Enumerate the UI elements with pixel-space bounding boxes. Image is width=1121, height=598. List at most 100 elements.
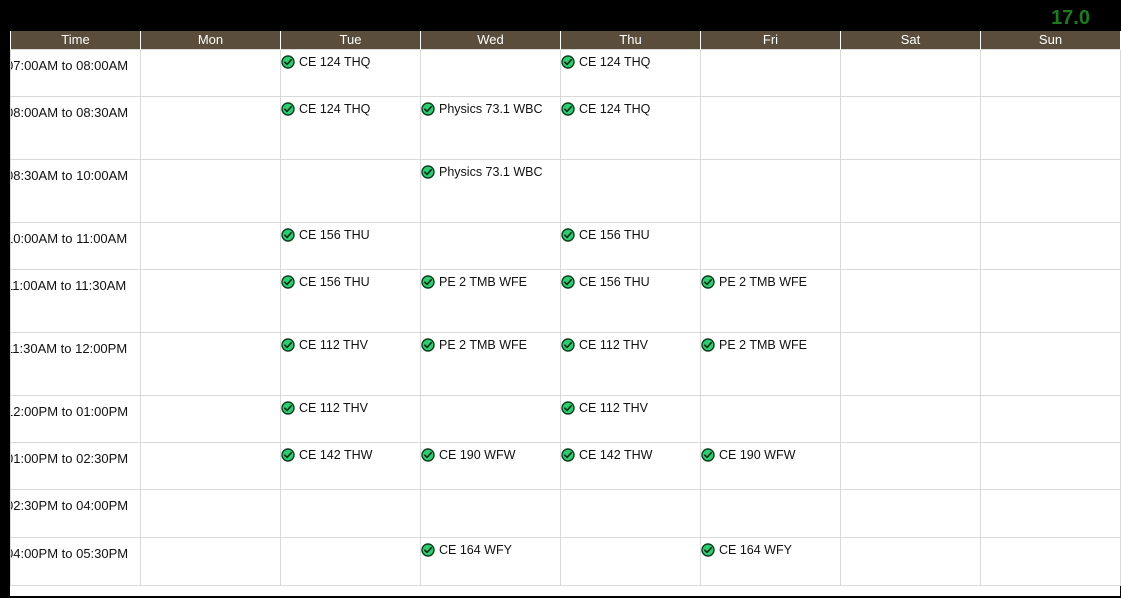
class-entry[interactable]: CE 156 THU [561, 224, 700, 244]
class-label: CE 164 WFY [439, 543, 512, 557]
schedule-cell-tue[interactable]: CE 124 THQ [280, 96, 421, 160]
class-entry[interactable]: PE 2 TMB WFE [701, 334, 840, 354]
time-slot-cell: 04:00PM to 05:30PM [10, 537, 141, 586]
class-entry[interactable]: CE 112 THV [561, 334, 700, 354]
schedule-cell-fri[interactable] [700, 222, 841, 270]
schedule-cell-wed[interactable] [420, 222, 561, 270]
schedule-cell-tue[interactable]: CE 112 THV [280, 395, 421, 443]
schedule-cell-thu[interactable] [560, 537, 701, 586]
schedule-cell-mon[interactable] [140, 269, 281, 333]
schedule-cell-fri[interactable] [700, 489, 841, 538]
schedule-cell-thu[interactable]: CE 156 THU [560, 222, 701, 270]
class-entry[interactable]: CE 156 THU [281, 271, 420, 291]
schedule-cell-wed[interactable] [420, 49, 561, 97]
schedule-cell-mon[interactable] [140, 332, 281, 396]
schedule-cell-tue[interactable] [280, 537, 421, 586]
schedule-cell-wed[interactable]: PE 2 TMB WFE [420, 269, 561, 333]
schedule-cell-mon[interactable] [140, 159, 281, 223]
schedule-cell-wed[interactable] [420, 489, 561, 538]
schedule-cell-sat[interactable] [840, 489, 981, 538]
schedule-cell-sun[interactable] [980, 442, 1121, 490]
class-entry[interactable]: CE 124 THQ [281, 51, 420, 71]
schedule-cell-thu[interactable]: CE 112 THV [560, 395, 701, 443]
schedule-cell-mon[interactable] [140, 442, 281, 490]
schedule-cell-sun[interactable] [980, 489, 1121, 538]
class-entry[interactable]: CE 164 WFY [421, 539, 560, 559]
table-row: 08:30AM to 10:00AM Physics 73.1 WBC [10, 159, 1121, 223]
schedule-cell-sat[interactable] [840, 222, 981, 270]
schedule-cell-sun[interactable] [980, 395, 1121, 443]
schedule-cell-thu[interactable]: CE 124 THQ [560, 96, 701, 160]
time-slot-label: 11:00AM to 11:30AM [10, 278, 127, 293]
schedule-cell-tue[interactable]: CE 124 THQ [280, 49, 421, 97]
class-entry[interactable]: CE 156 THU [281, 224, 420, 244]
schedule-cell-sat[interactable] [840, 332, 981, 396]
schedule-cell-thu[interactable]: CE 112 THV [560, 332, 701, 396]
schedule-cell-tue[interactable]: CE 112 THV [280, 332, 421, 396]
schedule-cell-mon[interactable] [140, 489, 281, 538]
schedule-cell-sun[interactable] [980, 269, 1121, 333]
schedule-cell-sun[interactable] [980, 49, 1121, 97]
schedule-cell-mon[interactable] [140, 96, 281, 160]
schedule-cell-tue[interactable] [280, 489, 421, 538]
class-entry[interactable]: CE 164 WFY [701, 539, 840, 559]
schedule-cell-sat[interactable] [840, 537, 981, 586]
schedule-cell-thu[interactable]: CE 124 THQ [560, 49, 701, 97]
schedule-cell-sun[interactable] [980, 537, 1121, 586]
schedule-cell-sat[interactable] [840, 395, 981, 443]
schedule-cell-thu[interactable] [560, 159, 701, 223]
schedule-cell-sat[interactable] [840, 442, 981, 490]
schedule-cell-mon[interactable] [140, 222, 281, 270]
schedule-cell-wed[interactable]: CE 164 WFY [420, 537, 561, 586]
class-entry[interactable]: CE 124 THQ [561, 51, 700, 71]
schedule-cell-fri[interactable]: PE 2 TMB WFE [700, 269, 841, 333]
schedule-cell-fri[interactable]: CE 164 WFY [700, 537, 841, 586]
schedule-cell-sun[interactable] [980, 159, 1121, 223]
class-entry[interactable]: PE 2 TMB WFE [421, 334, 560, 354]
class-entry[interactable]: CE 124 THQ [561, 98, 700, 118]
class-entry[interactable]: CE 142 THW [281, 444, 420, 464]
schedule-cell-tue[interactable]: CE 156 THU [280, 222, 421, 270]
class-entry[interactable]: CE 112 THV [281, 397, 420, 417]
schedule-cell-wed[interactable]: Physics 73.1 WBC [420, 96, 561, 160]
class-entry[interactable]: CE 156 THU [561, 271, 700, 291]
class-entry[interactable]: CE 112 THV [281, 334, 420, 354]
schedule-cell-tue[interactable]: CE 156 THU [280, 269, 421, 333]
schedule-cell-tue[interactable]: CE 142 THW [280, 442, 421, 490]
schedule-cell-fri[interactable]: CE 190 WFW [700, 442, 841, 490]
class-entry[interactable]: CE 112 THV [561, 397, 700, 417]
schedule-cell-fri[interactable] [700, 49, 841, 97]
schedule-cell-mon[interactable] [140, 537, 281, 586]
class-entry[interactable]: PE 2 TMB WFE [421, 271, 560, 291]
schedule-cell-sun[interactable] [980, 96, 1121, 160]
schedule-cell-fri[interactable] [700, 96, 841, 160]
class-entry[interactable]: Physics 73.1 WBC [421, 98, 560, 118]
schedule-cell-sat[interactable] [840, 96, 981, 160]
class-entry[interactable]: CE 142 THW [561, 444, 700, 464]
schedule-cell-fri[interactable] [700, 395, 841, 443]
schedule-cell-wed[interactable]: CE 190 WFW [420, 442, 561, 490]
schedule-cell-fri[interactable]: PE 2 TMB WFE [700, 332, 841, 396]
schedule-cell-mon[interactable] [140, 49, 281, 97]
class-label: CE 156 THU [579, 228, 650, 242]
schedule-cell-wed[interactable]: PE 2 TMB WFE [420, 332, 561, 396]
schedule-cell-wed[interactable]: Physics 73.1 WBC [420, 159, 561, 223]
schedule-cell-thu[interactable]: CE 142 THW [560, 442, 701, 490]
schedule-cell-tue[interactable] [280, 159, 421, 223]
schedule-cell-thu[interactable] [560, 489, 701, 538]
class-entry[interactable]: Physics 73.1 WBC [421, 161, 560, 181]
schedule-cell-wed[interactable] [420, 395, 561, 443]
class-entry[interactable]: CE 190 WFW [701, 444, 840, 464]
column-header-sun: Sun [980, 31, 1121, 50]
class-entry[interactable]: CE 124 THQ [281, 98, 420, 118]
schedule-cell-mon[interactable] [140, 395, 281, 443]
schedule-cell-sat[interactable] [840, 159, 981, 223]
schedule-cell-sat[interactable] [840, 269, 981, 333]
schedule-cell-fri[interactable] [700, 159, 841, 223]
class-entry[interactable]: PE 2 TMB WFE [701, 271, 840, 291]
class-entry[interactable]: CE 190 WFW [421, 444, 560, 464]
schedule-cell-sat[interactable] [840, 49, 981, 97]
schedule-cell-sun[interactable] [980, 332, 1121, 396]
schedule-cell-sun[interactable] [980, 222, 1121, 270]
schedule-cell-thu[interactable]: CE 156 THU [560, 269, 701, 333]
